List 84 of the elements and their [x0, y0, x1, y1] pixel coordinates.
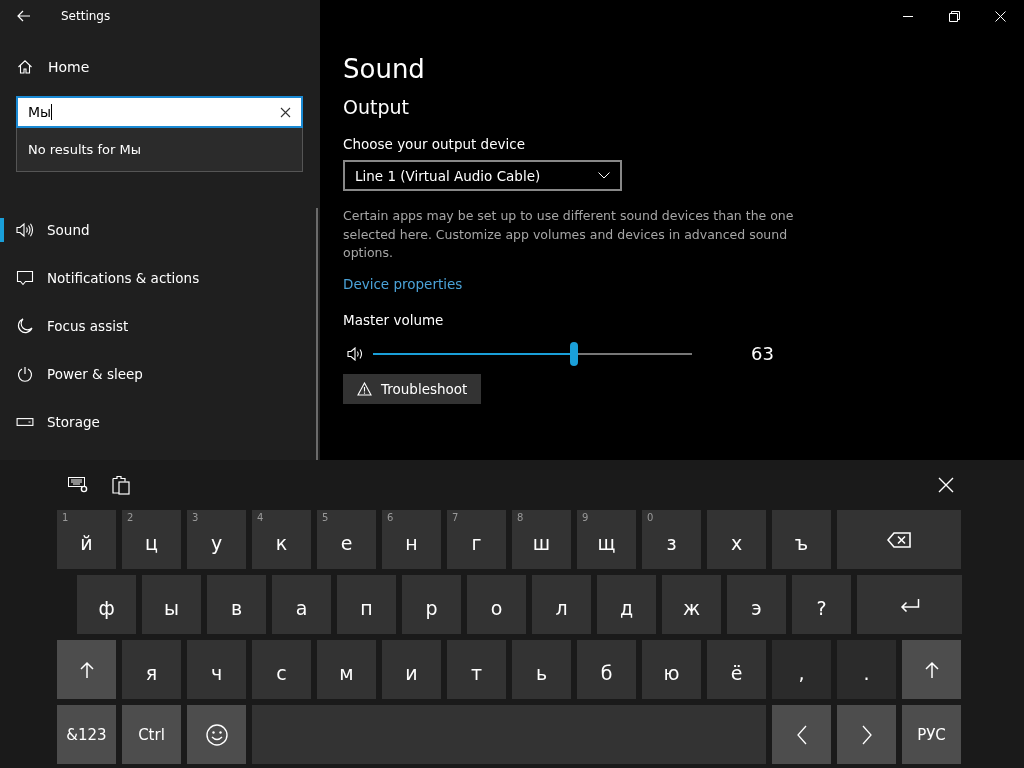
letter-key[interactable]: б [577, 640, 636, 699]
letter-key[interactable]: ? [792, 575, 851, 634]
enter-icon [899, 597, 920, 612]
letter-key[interactable]: и [382, 640, 441, 699]
close-icon[interactable] [995, 10, 1006, 22]
letter-key[interactable]: 7 г [447, 510, 506, 569]
field-label: Choose your output device [343, 136, 526, 152]
backspace-key[interactable] [837, 510, 961, 569]
speaker-icon[interactable] [347, 346, 365, 361]
home-link[interactable]: Home [17, 57, 127, 77]
letter-key[interactable]: ж [662, 575, 721, 634]
no-results-text: No results for Мы [28, 142, 141, 157]
letter-key[interactable]: я [122, 640, 181, 699]
letter-key[interactable]: в [207, 575, 266, 634]
power-icon [16, 366, 34, 382]
volume-slider[interactable] [373, 341, 692, 366]
backspace-icon [887, 531, 911, 548]
clear-icon[interactable] [280, 106, 291, 118]
message-icon [16, 270, 34, 286]
chevron-left-icon [796, 724, 807, 745]
smiley-icon [205, 723, 228, 746]
volume-value: 63 [751, 343, 774, 364]
chevron-down-icon [598, 172, 610, 179]
storage-icon [16, 418, 34, 426]
letter-key[interactable]: х [707, 510, 766, 569]
section-heading: Output [343, 96, 410, 118]
letter-key[interactable]: 4 к [252, 510, 311, 569]
restore-icon[interactable] [949, 10, 960, 22]
window-title: Settings [61, 9, 111, 23]
letter-key[interactable]: р [402, 575, 461, 634]
letter-key[interactable]: ё [707, 640, 766, 699]
function-key[interactable]: Ctrl [122, 705, 181, 764]
emoji-key[interactable] [187, 705, 246, 764]
letter-key[interactable]: с [252, 640, 311, 699]
letter-key[interactable]: о [467, 575, 526, 634]
letter-key[interactable]: ю [642, 640, 701, 699]
letter-key[interactable]: 2 ц [122, 510, 181, 569]
description-text: Certain apps may be set up to use different sound devices than the one selected here. Customize app volumes and devices in advanced sound options. [343, 207, 795, 262]
letter-key[interactable]: 8 ш [512, 510, 571, 569]
troubleshoot-button[interactable]: Troubleshoot [343, 373, 482, 404]
back-icon[interactable] [17, 10, 31, 22]
clipboard-icon[interactable] [112, 475, 130, 495]
keyboard-settings-icon[interactable] [68, 477, 88, 493]
letter-key[interactable]: ь [512, 640, 571, 699]
moon-icon [16, 318, 34, 334]
search-field[interactable]: Мы [16, 96, 303, 128]
home-icon [17, 59, 33, 75]
letter-key[interactable]: ф [77, 575, 136, 634]
speaker-icon [16, 222, 34, 238]
letter-key[interactable]: э [727, 575, 786, 634]
output-device-dropdown[interactable]: Line 1 (Virtual Audio Cable) [343, 160, 622, 191]
close-icon[interactable] [938, 477, 954, 493]
nav-item[interactable]: Power & sleep [0, 350, 316, 398]
letter-key[interactable]: 5 е [317, 510, 376, 569]
volume-label: Master volume [343, 311, 445, 328]
letter-key[interactable]: п [337, 575, 396, 634]
warning-icon [357, 381, 372, 396]
letter-key[interactable]: ъ [772, 510, 831, 569]
nav-item[interactable]: Notifications & actions [0, 254, 316, 302]
nav-item[interactable]: Storage [0, 398, 316, 446]
nav-item[interactable]: Focus assist [0, 302, 316, 350]
letter-key[interactable]: м [317, 640, 376, 699]
page-title: Sound [343, 54, 426, 84]
letter-key[interactable]: 9 щ [577, 510, 636, 569]
letter-key[interactable]: л [532, 575, 591, 634]
letter-key[interactable]: 0 з [642, 510, 701, 569]
letter-key[interactable]: 3 у [187, 510, 246, 569]
nav-item[interactable]: Sound [0, 206, 316, 254]
letter-key[interactable]: а [272, 575, 331, 634]
punctuation-key[interactable]: , [772, 640, 831, 699]
letter-key[interactable]: ы [142, 575, 201, 634]
function-key[interactable]: &123 [57, 705, 116, 764]
letter-key[interactable]: 6 н [382, 510, 441, 569]
letter-key[interactable]: ч [187, 640, 246, 699]
punctuation-key[interactable]: . [837, 640, 896, 699]
letter-key[interactable]: д [597, 575, 656, 634]
letter-key[interactable]: 1 й [57, 510, 116, 569]
function-key[interactable]: РУС [902, 705, 961, 764]
device-properties-link[interactable]: Device properties [343, 275, 463, 292]
letter-key[interactable]: т [447, 640, 506, 699]
slider-thumb[interactable] [569, 341, 578, 366]
up-arrow-icon [924, 660, 939, 679]
chevron-right-icon [861, 724, 872, 745]
up-arrow-icon [79, 660, 94, 679]
